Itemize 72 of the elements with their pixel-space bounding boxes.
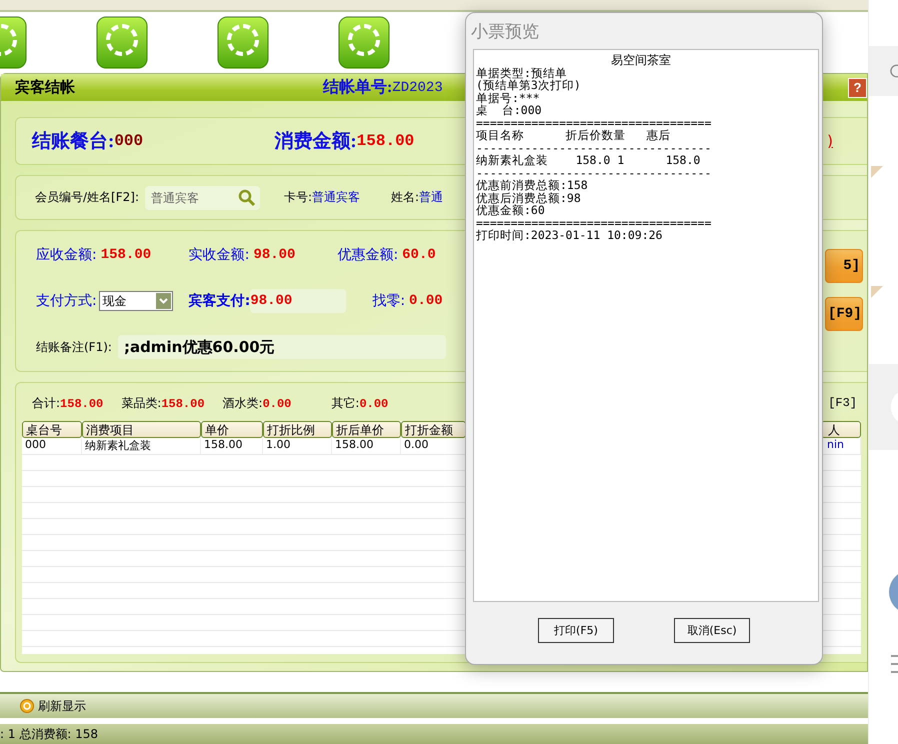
- action-button[interactable]: [F9]: [825, 297, 863, 331]
- receipt-line: (预结单第3次打印): [476, 79, 582, 92]
- column-header[interactable]: 打折比例: [263, 421, 332, 438]
- refresh-icon: [20, 699, 34, 713]
- table-label: 结账餐台:: [32, 130, 114, 154]
- column-header[interactable]: 打折金额: [401, 421, 466, 438]
- total-item: 酒水类:0.00: [222, 394, 292, 412]
- table-cell: 158.00: [201, 438, 263, 454]
- receipt-line: ==================================: [476, 116, 712, 129]
- receipt-line: ----------------------------------: [476, 166, 712, 179]
- dialog-title: 小票预览: [470, 20, 540, 44]
- column-header[interactable]: 折后单价: [332, 421, 401, 438]
- menu-icon[interactable]: [891, 654, 898, 674]
- window-title: 宾客结帐: [15, 78, 75, 97]
- action-button[interactable]: 5]: [825, 249, 863, 283]
- amount-label: 实收金额:: [188, 246, 250, 264]
- table-value: 000: [114, 132, 144, 150]
- column-header[interactable]: 消费项目: [82, 421, 201, 438]
- receipt-line: 打印时间:2023-01-11 10:09:26: [476, 229, 664, 242]
- amount-label: 应收金额:: [36, 246, 97, 264]
- column-header[interactable]: 人: [821, 421, 861, 438]
- receipt-line: 优惠金额:60: [476, 204, 545, 216]
- table-cell: 纳新素礼盒装: [82, 438, 201, 454]
- status-bar: : 1 总消费额: 158: [0, 724, 868, 744]
- amount-value: 158.00: [100, 247, 152, 263]
- amount-value: 98.00: [253, 247, 296, 263]
- name-label: 姓名:: [391, 189, 420, 206]
- receipt-line: ----------------------------------: [476, 142, 712, 154]
- card-label: 卡号:: [284, 189, 312, 206]
- column-header[interactable]: 桌台号: [22, 421, 82, 438]
- bill-number-label: 结帐单号:: [323, 78, 392, 98]
- member-label: 会员编号/姓名[F2]:: [35, 189, 139, 206]
- member-search-field[interactable]: 普通宾客: [145, 186, 260, 210]
- amount-label: 消费金额:: [274, 130, 357, 154]
- amount-label: 优惠金额:: [337, 246, 398, 264]
- receipt-line: 纳新素礼盒装 158.0 1 158.0: [476, 154, 702, 166]
- receipt-line: 单据号:***: [476, 92, 540, 104]
- payment-method-label: 支付方式:: [36, 292, 97, 310]
- receipt-line: ==================================: [476, 216, 712, 229]
- change-label: 找零:: [372, 292, 406, 310]
- guest-pay-field[interactable]: 98.00: [250, 289, 346, 313]
- link[interactable]: ): [827, 132, 833, 150]
- note-label: 结账备注(F1):: [36, 338, 112, 356]
- change-value: 0.00: [409, 293, 444, 309]
- guest-pay-label: 宾客支付:: [188, 292, 250, 310]
- column-header[interactable]: 单价: [201, 421, 263, 438]
- note-field[interactable]: ;admin优惠60.00元: [118, 335, 446, 359]
- receipt-line: 优惠前消费总额:158: [476, 179, 589, 192]
- shortcut-hint: [F3]: [828, 396, 857, 410]
- receipt-line: 桌 台:000: [476, 104, 543, 116]
- help-button[interactable]: ?: [848, 78, 867, 98]
- receipt-line: 单据类型:预结单: [476, 66, 568, 79]
- cancel-button[interactable]: 取消(Esc): [674, 618, 750, 642]
- receipt-line: 优惠后消费总额:98: [476, 192, 582, 204]
- shop-name: 易空间茶室: [610, 54, 672, 66]
- bill-number: ZD2023: [392, 80, 443, 96]
- table-cell: 000: [22, 438, 82, 454]
- payment-method-dropdown[interactable]: 现金: [98, 291, 173, 311]
- table-cell: 1.00: [263, 438, 332, 454]
- amount-value: 158.00: [356, 132, 416, 150]
- caret-icon: [156, 293, 171, 309]
- total-item: 菜品类:158.00: [121, 394, 205, 412]
- search-icon[interactable]: [238, 188, 256, 206]
- print-button[interactable]: 打印(F5): [538, 618, 614, 642]
- table-cell: 158.00: [332, 438, 401, 454]
- receipt-line: 项目名称 折后价数量 惠后: [476, 129, 672, 142]
- total-item: 合计:158.00: [32, 394, 104, 412]
- amount-value: 60.0: [402, 247, 437, 263]
- card-value: 普通宾客: [312, 189, 360, 206]
- name-value: 普通: [419, 189, 444, 206]
- refresh-button[interactable]: 刷新显示: [20, 698, 86, 714]
- total-item: 其它:0.00: [331, 394, 388, 412]
